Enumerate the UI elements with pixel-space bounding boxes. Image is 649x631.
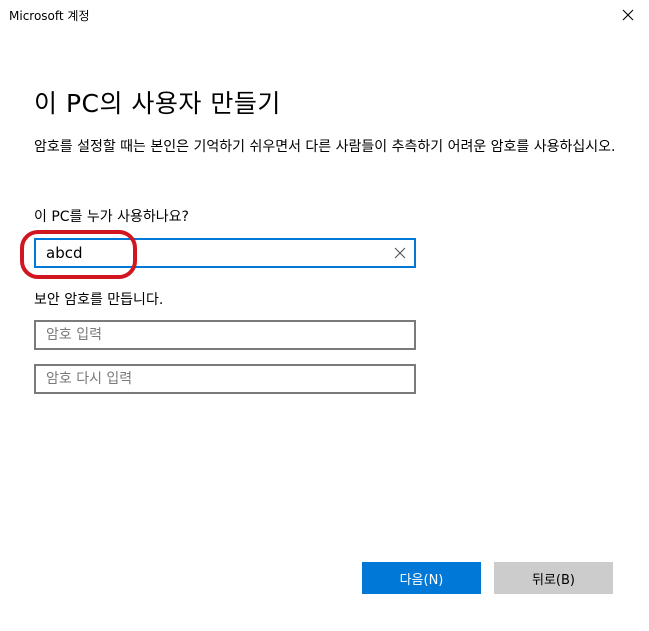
clear-button[interactable] (392, 245, 408, 261)
username-field[interactable] (34, 238, 416, 268)
close-button[interactable] (613, 0, 643, 30)
password-input[interactable] (46, 322, 386, 348)
username-question-label: 이 PC를 누가 사용하나요? (34, 209, 189, 225)
password-label: 보안 암호를 만듭니다. (34, 292, 164, 308)
back-button[interactable]: 뒤로(B) (494, 562, 613, 594)
username-input[interactable] (46, 240, 386, 266)
description-text: 암호를 설정할 때는 본인은 기억하기 쉬우면서 다른 사람들이 추측하기 어려… (34, 139, 616, 155)
password-confirm-field[interactable] (34, 364, 416, 394)
password-field[interactable] (34, 320, 416, 350)
clear-x-icon (394, 247, 406, 259)
next-button[interactable]: 다음(N) (362, 562, 481, 594)
page-title: 이 PC의 사용자 만들기 (34, 89, 281, 118)
window-title: Microsoft 계정 (9, 9, 90, 23)
title-bar: Microsoft 계정 (0, 0, 649, 32)
password-confirm-input[interactable] (46, 366, 386, 392)
close-icon (622, 9, 634, 21)
